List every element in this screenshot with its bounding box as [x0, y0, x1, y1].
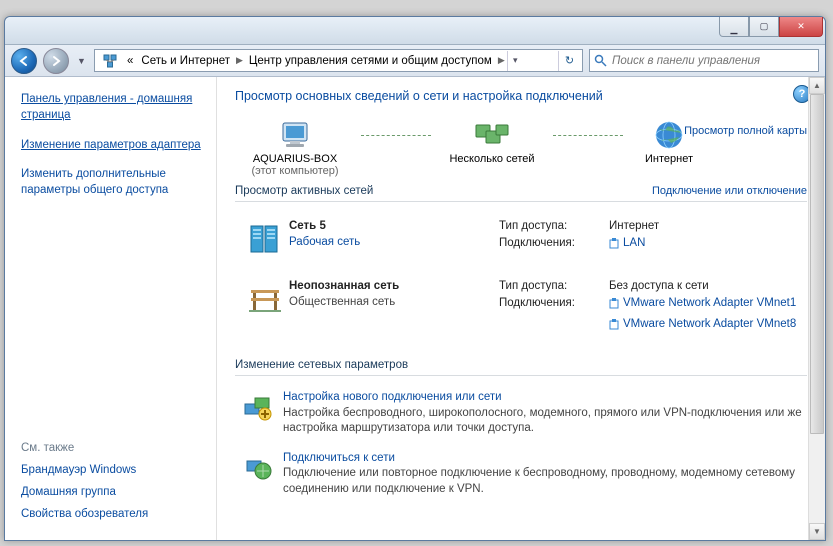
breadcrumb-network[interactable]: Сеть и Интернет — [137, 55, 234, 67]
internet-label: Интернет — [629, 153, 709, 165]
scrollbar[interactable]: ▲ ▼ — [808, 77, 825, 540]
refresh-button[interactable]: ↻ — [558, 51, 580, 71]
access-type-value: Без доступа к сети — [609, 278, 709, 295]
pc-sublabel: (этот компьютер) — [235, 165, 355, 177]
see-also-section: См. также Брандмауэр Windows Домашняя гр… — [21, 442, 206, 530]
main-content: ? Просмотр основных сведений о сети и на… — [217, 77, 825, 540]
view-full-map-link[interactable]: Просмотр полной карты — [684, 125, 807, 137]
work-network-icon — [241, 218, 289, 258]
pc-name-label: AQUARIUS-BOX — [235, 153, 355, 165]
access-type-label: Тип доступа: — [499, 218, 609, 235]
nav-history-dropdown[interactable]: ▼ — [75, 51, 88, 71]
search-box[interactable] — [589, 49, 819, 72]
address-bar: ▼ « Сеть и Интернет ▶ Центр управления с… — [5, 45, 825, 77]
scroll-up-button[interactable]: ▲ — [809, 77, 825, 94]
chevron-right-icon: ▶ — [496, 55, 507, 66]
public-network-icon — [241, 278, 289, 314]
see-also-header: См. также — [21, 442, 206, 454]
control-panel-home-link[interactable]: Панель управления - домашняя страница — [21, 91, 206, 123]
address-dropdown[interactable]: ▾ — [507, 51, 523, 71]
forward-button[interactable] — [43, 48, 69, 74]
page-title: Просмотр основных сведений о сети и наст… — [235, 89, 807, 103]
multi-networks-label: Несколько сетей — [437, 153, 547, 165]
active-networks-header: Просмотр активных сетей — [235, 185, 373, 197]
internet-options-link[interactable]: Свойства обозревателя — [21, 508, 206, 520]
maximize-button[interactable]: ▢ — [749, 17, 779, 37]
titlebar: ▁ ▢ ✕ — [5, 17, 825, 45]
this-pc-icon — [235, 117, 355, 153]
setup-new-connection-desc: Настройка беспроводного, широкополосного… — [283, 406, 807, 437]
setup-new-connection-item[interactable]: Настройка нового подключения или сети На… — [235, 386, 807, 447]
connect-to-network-title: Подключиться к сети — [283, 451, 807, 467]
network-entry: Сеть 5 Рабочая сеть Тип доступа:Интернет… — [235, 212, 807, 272]
connect-network-icon — [241, 451, 273, 483]
breadcrumb-root[interactable]: « — [123, 55, 137, 67]
network-entry: Неопознанная сеть Общественная сеть Тип … — [235, 272, 807, 351]
search-input[interactable] — [608, 55, 814, 67]
multiple-networks-icon — [437, 117, 547, 153]
sidebar: Панель управления - домашняя страница Из… — [5, 77, 217, 540]
change-settings-header: Изменение сетевых параметров — [235, 359, 408, 371]
close-button[interactable]: ✕ — [779, 17, 823, 37]
network-type: Общественная сеть — [289, 294, 499, 310]
advanced-sharing-link[interactable]: Изменить дополнительные параметры общего… — [21, 168, 168, 197]
connections-label: Подключения: — [499, 295, 609, 337]
network-name: Неопознанная сеть — [289, 278, 499, 294]
back-button[interactable] — [11, 48, 37, 74]
ethernet-icon — [609, 238, 619, 250]
access-type-label: Тип доступа: — [499, 278, 609, 295]
ethernet-icon — [609, 319, 619, 331]
scroll-thumb[interactable] — [810, 94, 824, 434]
connect-to-network-desc: Подключение или повторное подключение к … — [283, 466, 807, 497]
adapter-settings-link[interactable]: Изменение параметров адаптера — [21, 139, 201, 151]
chevron-right-icon: ▶ — [234, 55, 245, 66]
connection-vmnet8-link[interactable]: VMware Network Adapter VMnet8 — [609, 316, 796, 333]
network-map: AQUARIUS-BOX (этот компьютер) Несколько … — [235, 117, 807, 177]
breadcrumb-sharing-center[interactable]: Центр управления сетями и общим доступом — [245, 55, 496, 67]
network-center-icon — [101, 53, 119, 69]
window: ▁ ▢ ✕ ▼ « Сеть и Интернет ▶ Центр управл… — [4, 16, 826, 541]
connect-to-network-item[interactable]: Подключиться к сети Подключение или повт… — [235, 447, 807, 508]
scroll-down-button[interactable]: ▼ — [809, 523, 825, 540]
search-icon — [594, 54, 608, 67]
minimize-button[interactable]: ▁ — [719, 17, 749, 37]
network-name: Сеть 5 — [289, 218, 499, 234]
new-connection-icon — [241, 390, 273, 422]
address-field[interactable]: « Сеть и Интернет ▶ Центр управления сет… — [94, 49, 583, 72]
connect-disconnect-link[interactable]: Подключение или отключение — [652, 185, 807, 197]
network-type-link[interactable]: Рабочая сеть — [289, 234, 499, 250]
connection-vmnet1-link[interactable]: VMware Network Adapter VMnet1 — [609, 295, 796, 312]
access-type-value: Интернет — [609, 218, 659, 235]
setup-new-connection-title: Настройка нового подключения или сети — [283, 390, 807, 406]
homegroup-link[interactable]: Домашняя группа — [21, 486, 206, 498]
firewall-link[interactable]: Брандмауэр Windows — [21, 464, 206, 476]
connection-lan-link[interactable]: LAN — [609, 235, 645, 252]
ethernet-icon — [609, 298, 619, 310]
connections-label: Подключения: — [499, 235, 609, 256]
